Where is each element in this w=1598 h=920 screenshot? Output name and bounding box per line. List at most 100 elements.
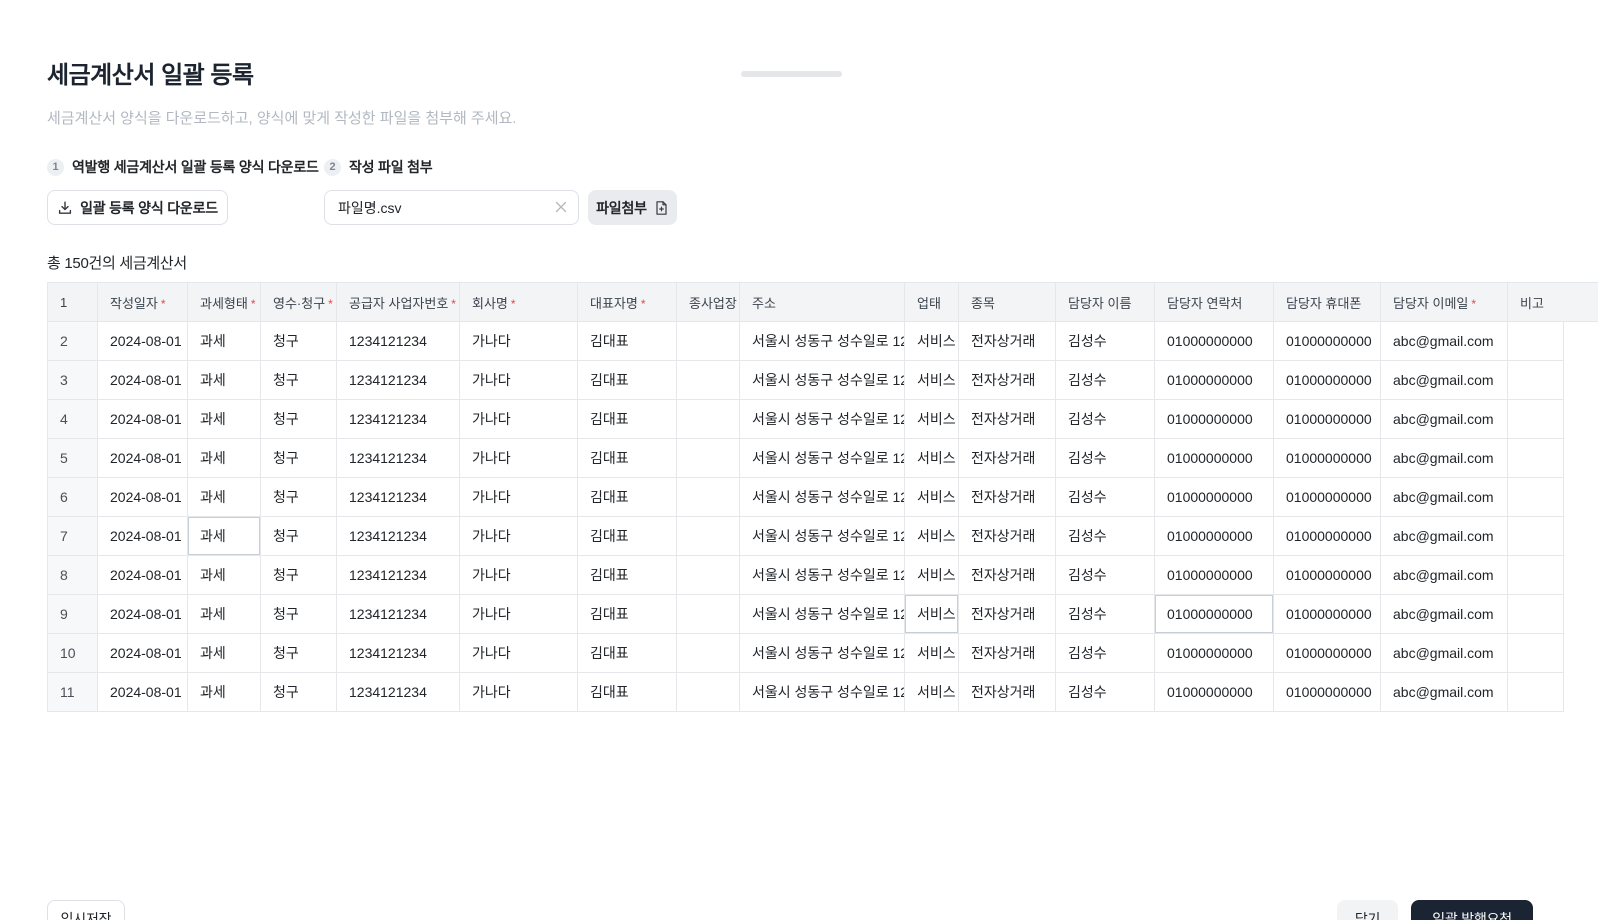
table-cell[interactable]: 김성수 [1056,634,1155,673]
table-cell[interactable]: 과세 [188,400,261,439]
table-cell[interactable]: 김성수 [1056,556,1155,595]
table-cell[interactable] [677,439,740,478]
table-cell[interactable]: 청구 [261,400,337,439]
table-cell[interactable]: 과세 [188,322,261,361]
table-cell[interactable]: 서울시 성동구 성수일로 1212 [740,322,905,361]
table-cell[interactable]: 서울시 성동구 성수일로 1212 [740,478,905,517]
table-cell[interactable]: 01000000000 [1274,361,1381,400]
table-cell[interactable] [1508,517,1564,556]
table-cell[interactable]: 서비스 [905,556,959,595]
table-cell[interactable]: 서비스 [905,673,959,712]
table-cell[interactable]: 전자상거래 [959,634,1056,673]
table-cell[interactable]: 전자상거래 [959,478,1056,517]
table-cell[interactable] [677,556,740,595]
table-cell[interactable] [1508,634,1564,673]
table-cell[interactable]: 가나다 [460,361,578,400]
table-cell[interactable]: 서비스 [905,400,959,439]
file-name-input[interactable] [324,190,579,225]
table-cell[interactable]: 서비스 [905,634,959,673]
table-cell[interactable]: 1234121234 [337,634,460,673]
table-cell[interactable]: 1234121234 [337,322,460,361]
table-cell[interactable]: 서울시 성동구 성수일로 1212 [740,673,905,712]
table-cell[interactable] [1508,556,1564,595]
close-button[interactable]: 닫기 [1337,900,1398,920]
table-cell[interactable]: abc@gmail.com [1381,439,1508,478]
table-cell[interactable]: 서울시 성동구 성수일로 1212 [740,439,905,478]
clear-file-button[interactable] [552,198,570,216]
table-cell[interactable]: abc@gmail.com [1381,361,1508,400]
table-cell[interactable]: 김대표 [578,595,677,634]
table-cell[interactable] [1508,673,1564,712]
table-cell[interactable] [677,673,740,712]
table-cell[interactable]: 서울시 성동구 성수일로 1212 [740,556,905,595]
table-cell[interactable]: 01000000000 [1155,478,1274,517]
table-cell[interactable]: 가나다 [460,400,578,439]
table-cell[interactable]: 청구 [261,634,337,673]
table-cell[interactable]: 1234121234 [337,478,460,517]
table-cell[interactable]: 가나다 [460,556,578,595]
table-cell[interactable]: 전자상거래 [959,322,1056,361]
table-cell[interactable]: 2024-08-01 [98,400,188,439]
table-cell[interactable]: 1234121234 [337,517,460,556]
table-cell[interactable]: 1234121234 [337,673,460,712]
table-cell[interactable]: 1234121234 [337,556,460,595]
table-cell[interactable]: abc@gmail.com [1381,322,1508,361]
table-cell[interactable]: 전자상거래 [959,361,1056,400]
table-cell[interactable]: 01000000000 [1274,673,1381,712]
table-cell[interactable]: 01000000000 [1155,361,1274,400]
table-cell[interactable]: 서비스 [905,517,959,556]
table-cell[interactable]: 1234121234 [337,361,460,400]
table-cell[interactable] [677,400,740,439]
table-cell[interactable]: 김성수 [1056,322,1155,361]
table-cell[interactable]: 2024-08-01 [98,439,188,478]
table-cell[interactable]: 과세 [188,634,261,673]
table-cell[interactable] [1508,322,1564,361]
table-cell[interactable]: 서울시 성동구 성수일로 1212 [740,361,905,400]
table-cell[interactable]: 2024-08-01 [98,595,188,634]
table-cell[interactable]: 김대표 [578,556,677,595]
table-cell[interactable]: 서울시 성동구 성수일로 1212 [740,634,905,673]
table-cell[interactable]: 청구 [261,673,337,712]
table-cell[interactable]: 가나다 [460,634,578,673]
table-cell[interactable]: 2024-08-01 [98,361,188,400]
table-cell[interactable]: 김대표 [578,478,677,517]
table-cell[interactable]: 청구 [261,439,337,478]
table-cell[interactable]: 가나다 [460,517,578,556]
table-cell[interactable]: 김대표 [578,400,677,439]
table-cell[interactable] [1508,361,1564,400]
table-cell[interactable] [677,595,740,634]
table-cell[interactable]: 가나다 [460,322,578,361]
table-cell[interactable]: 01000000000 [1155,673,1274,712]
table-cell[interactable]: 1234121234 [337,439,460,478]
table-cell[interactable]: 01000000000 [1274,556,1381,595]
table-cell[interactable]: 김대표 [578,634,677,673]
table-cell[interactable]: 서울시 성동구 성수일로 1212 [740,400,905,439]
table-cell[interactable]: abc@gmail.com [1381,517,1508,556]
table-cell[interactable]: 01000000000 [1155,322,1274,361]
table-cell[interactable]: 과세 [188,556,261,595]
table-cell[interactable]: 서비스 [905,478,959,517]
table-cell[interactable]: abc@gmail.com [1381,556,1508,595]
table-cell[interactable]: 전자상거래 [959,595,1056,634]
table-cell[interactable]: 과세 [188,517,261,556]
table-cell[interactable]: 과세 [188,595,261,634]
table-cell[interactable]: 1234121234 [337,400,460,439]
table-cell[interactable]: 01000000000 [1155,556,1274,595]
table-cell[interactable]: 가나다 [460,439,578,478]
table-cell[interactable]: 김성수 [1056,439,1155,478]
table-cell[interactable]: 전자상거래 [959,439,1056,478]
table-cell[interactable]: 가나다 [460,673,578,712]
table-cell[interactable]: 청구 [261,361,337,400]
table-cell[interactable]: 2024-08-01 [98,673,188,712]
table-cell[interactable]: 과세 [188,361,261,400]
table-cell[interactable] [1508,439,1564,478]
attach-file-button[interactable]: 파일첨부 [588,190,677,225]
table-cell[interactable]: 서비스 [905,439,959,478]
table-cell[interactable]: 01000000000 [1155,517,1274,556]
table-cell[interactable]: 김성수 [1056,517,1155,556]
table-cell[interactable]: 과세 [188,673,261,712]
table-cell[interactable]: 1234121234 [337,595,460,634]
table-cell[interactable]: 김성수 [1056,400,1155,439]
table-cell[interactable]: 01000000000 [1155,400,1274,439]
table-cell[interactable]: 2024-08-01 [98,517,188,556]
